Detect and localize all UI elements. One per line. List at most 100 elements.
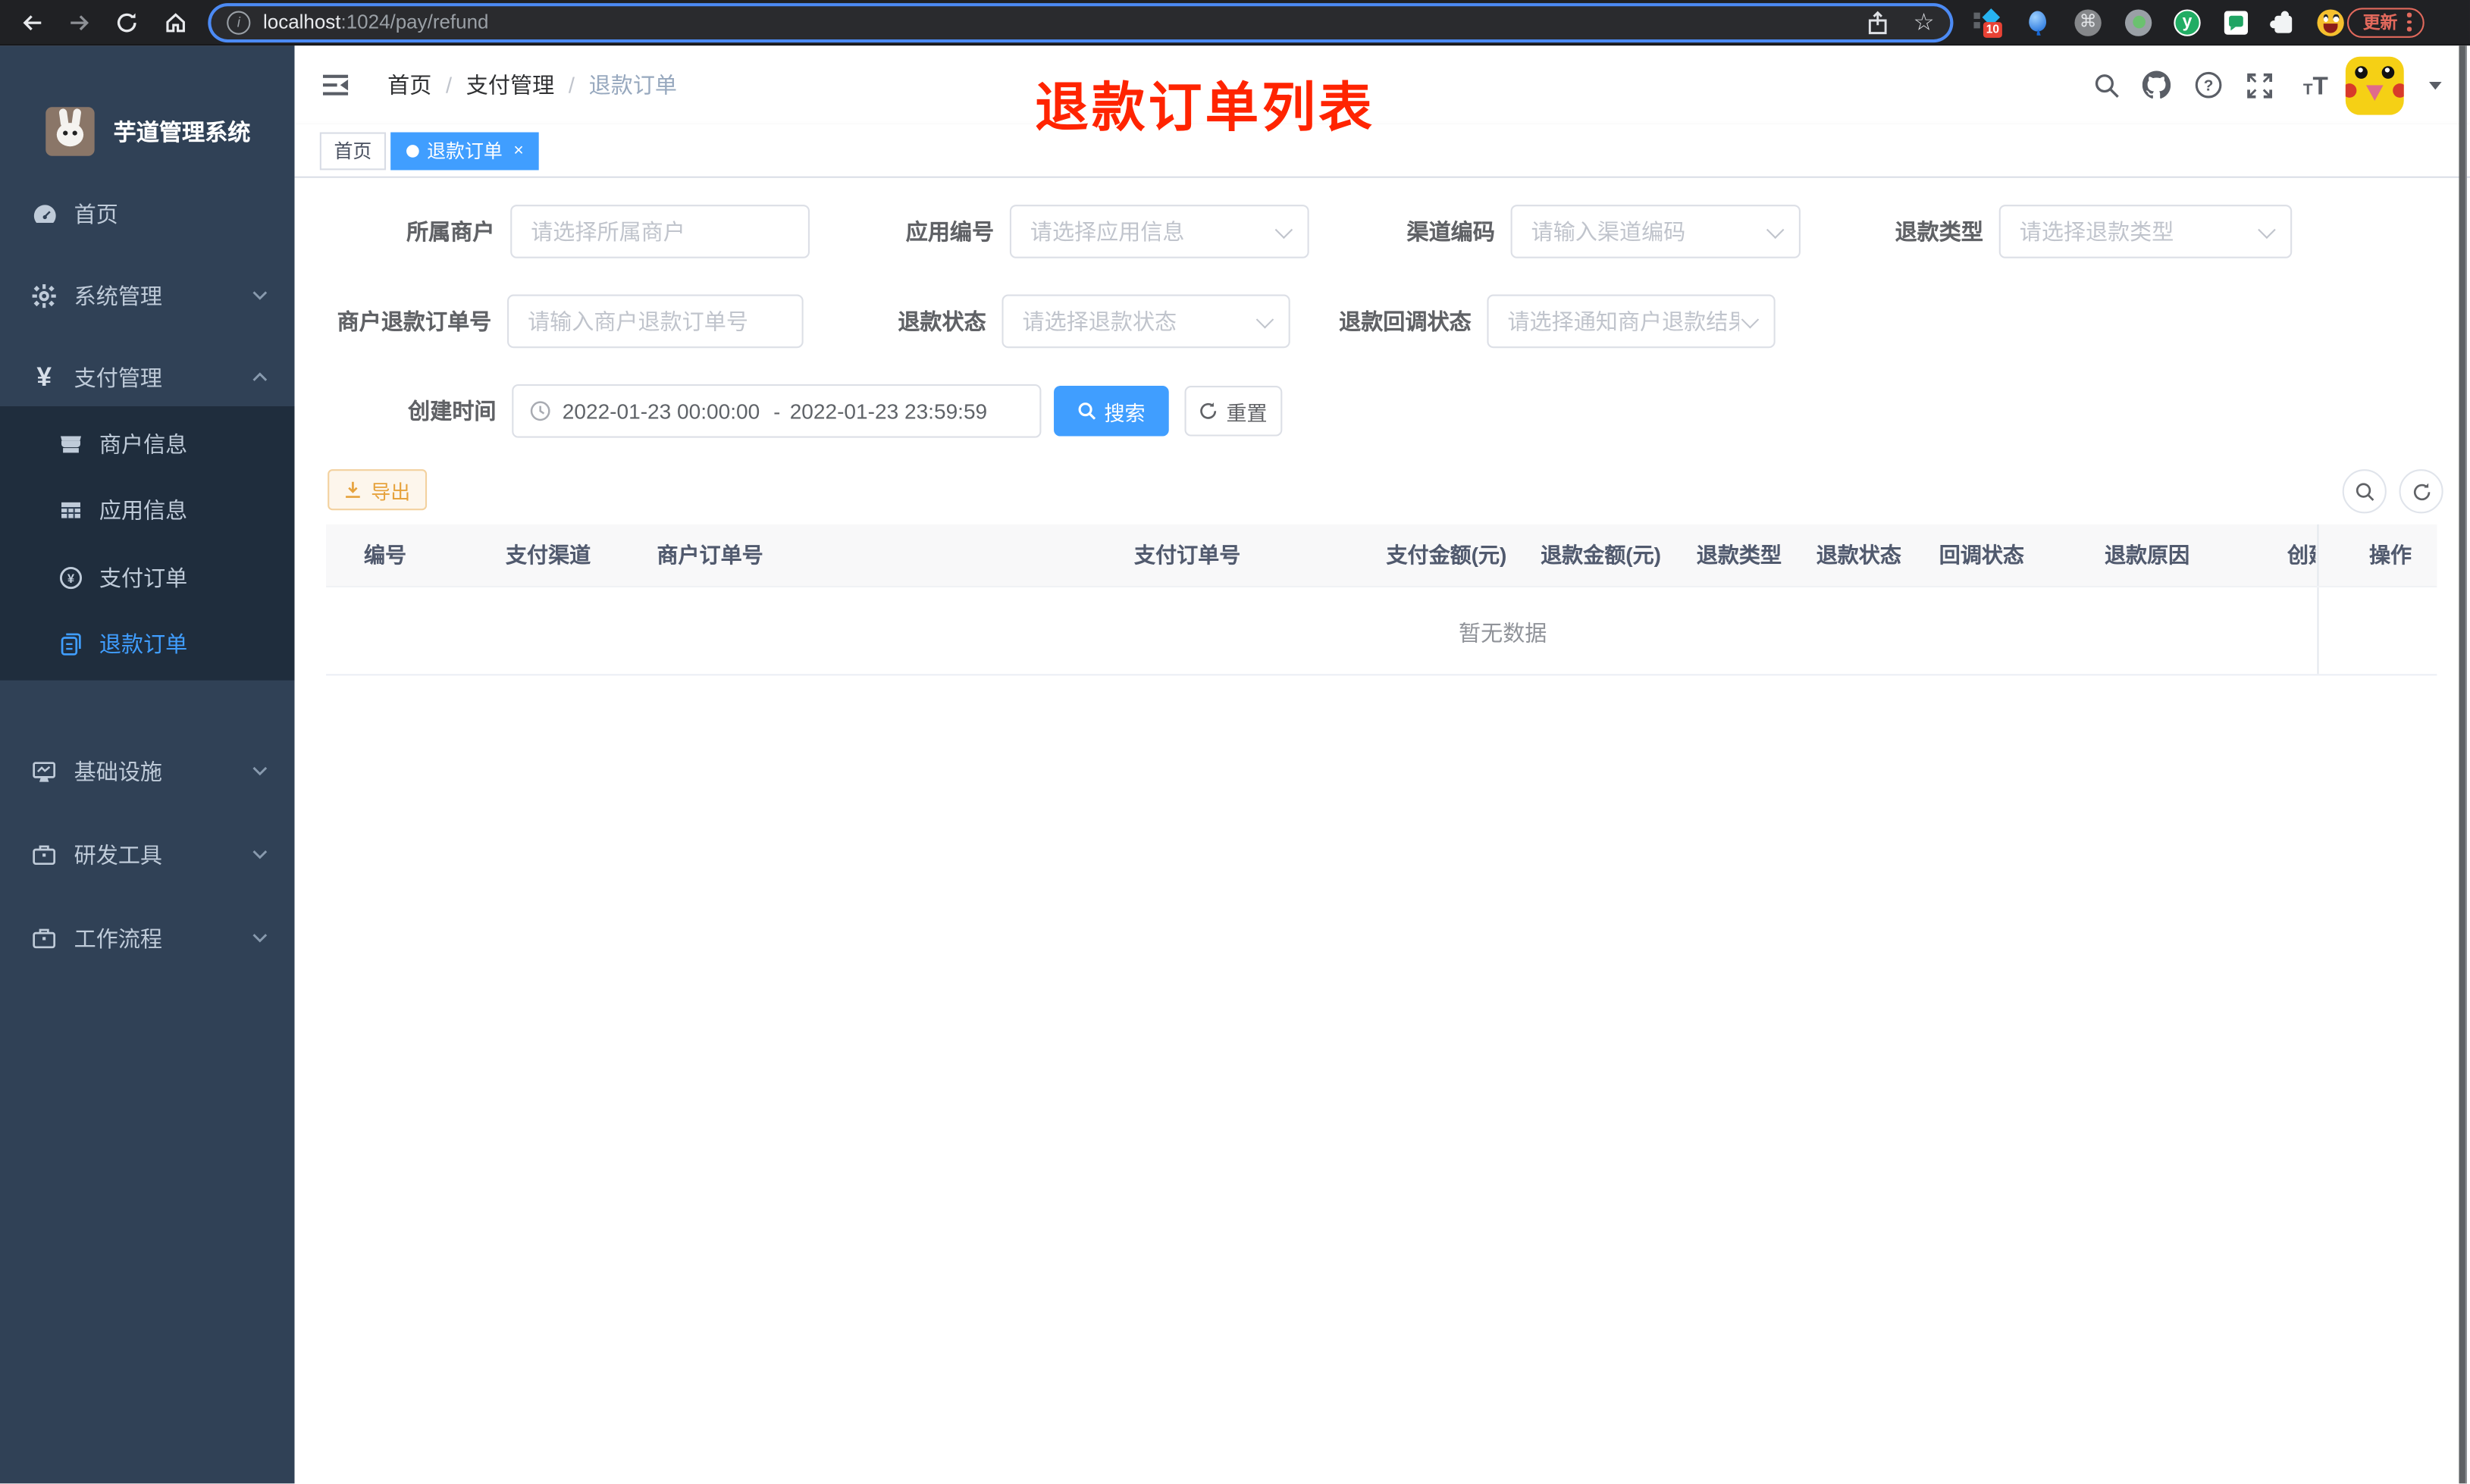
refresh-table-button[interactable] — [2399, 469, 2443, 514]
bookmark-star-icon[interactable]: ☆ — [1914, 11, 1935, 34]
extension-chat-icon[interactable] — [2223, 8, 2251, 36]
merchant-input[interactable] — [531, 218, 789, 245]
browser-forward-button[interactable] — [66, 9, 92, 36]
sidebar-item-label: 工作流程 — [74, 925, 163, 951]
breadcrumb-payment[interactable]: 支付管理 — [466, 69, 554, 101]
breadcrumb-separator: / — [446, 72, 453, 98]
sidebar-item-label: 支付订单 — [99, 564, 188, 590]
sidebar-logo[interactable]: 芋道管理系统 — [0, 102, 295, 159]
sidebar-item-dev-tools[interactable]: 研发工具 — [0, 816, 295, 894]
extension-y-icon[interactable]: y — [2174, 8, 2202, 36]
sidebar-item-infrastructure[interactable]: 基础设施 — [0, 732, 295, 811]
sidebar-collapse-icon[interactable] — [322, 74, 349, 96]
refund-type-select[interactable] — [1998, 205, 2293, 258]
monitor-chart-icon — [30, 757, 58, 785]
window-scrollbar[interactable] — [2459, 45, 2467, 1484]
page-info-icon[interactable]: i — [227, 10, 251, 34]
tags-bar: 首页 退款订单 × — [294, 124, 2470, 178]
sidebar-item-system[interactable]: 系统管理 — [0, 257, 295, 336]
chevron-down-icon — [1741, 311, 1760, 329]
channel-code-input[interactable] — [1531, 218, 1780, 245]
annotation-title: 退款订单列表 — [1035, 78, 1375, 139]
breadcrumb-current: 退款订单 — [588, 72, 677, 98]
browser-back-button[interactable] — [19, 9, 45, 36]
tag-close-icon[interactable]: × — [513, 134, 523, 169]
breadcrumb-home[interactable]: 首页 — [387, 69, 431, 101]
refund-status-input[interactable] — [1022, 308, 1270, 334]
profile-emoji-icon[interactable] — [2317, 8, 2345, 36]
sidebar-item-workflow[interactable]: 工作流程 — [0, 899, 295, 978]
svg-text:?: ? — [2204, 77, 2214, 95]
avatar[interactable] — [2345, 56, 2404, 115]
search-icon — [1078, 402, 1096, 420]
browser-update-menu-button[interactable]: 更新 — [2346, 7, 2424, 37]
tag-refund-order[interactable]: 退款订单 × — [390, 132, 540, 171]
browser-menu-dots-icon — [2406, 13, 2412, 32]
column-header: 支付渠道 — [505, 543, 591, 568]
create-time-range-picker[interactable]: 2022-01-23 00:00:00 - 2022-01-23 23:59:5… — [512, 384, 1042, 438]
show-search-toggle-button[interactable] — [2342, 469, 2387, 514]
extension-balloon-icon[interactable] — [2024, 8, 2052, 36]
breadcrumb: 首页 / 支付管理 / 退款订单 — [387, 45, 677, 124]
reset-button-label: 重置 — [1226, 400, 1268, 424]
sidebar-item-label: 基础设施 — [74, 759, 163, 784]
date-end-value[interactable]: 2022-01-23 23:59:59 — [790, 399, 992, 423]
browser-home-button[interactable] — [162, 9, 189, 36]
sidebar-item-label: 退款订单 — [99, 631, 188, 656]
column-header: 商户订单号 — [657, 543, 763, 568]
extension-badge: 10 — [1983, 21, 2002, 37]
search-button-label: 搜索 — [1104, 400, 1146, 424]
callback-status-input[interactable] — [1507, 308, 1739, 334]
chevron-down-icon — [252, 849, 268, 863]
sidebar-item-refund-order[interactable]: 退款订单 — [0, 609, 295, 677]
search-button[interactable]: 搜索 — [1054, 386, 1169, 437]
fullscreen-icon[interactable] — [2245, 71, 2273, 99]
sidebar-item-merchant-info[interactable]: 商户信息 — [0, 409, 295, 477]
export-button[interactable]: 导出 — [328, 469, 428, 511]
header-search-icon[interactable] — [2092, 71, 2120, 99]
github-icon[interactable] — [2142, 70, 2171, 99]
tag-label: 退款订单 — [427, 139, 503, 163]
yen-icon: ¥ — [36, 362, 52, 393]
screen: i localhost :1024/pay/refund ☆ 10 ⌘ y 更新… — [0, 0, 2470, 1484]
filter-label-refund-type: 退款类型 — [1895, 218, 1983, 245]
sidebar-item-label: 系统管理 — [74, 283, 163, 309]
sidebar-item-app-info[interactable]: 应用信息 — [0, 475, 295, 543]
url-path: :1024/pay/refund — [340, 11, 489, 33]
refund-type-input[interactable] — [2019, 218, 2272, 245]
sidebar-item-label: 支付管理 — [74, 365, 163, 391]
filter-label-app-no: 应用编号 — [905, 218, 995, 245]
chevron-down-icon — [252, 765, 268, 780]
grid-icon — [58, 497, 83, 522]
column-header: 支付金额(元) — [1386, 543, 1507, 568]
reset-button[interactable]: 重置 — [1184, 386, 1283, 437]
filter-label-refund-status: 退款状态 — [898, 308, 986, 334]
date-separator: - — [773, 399, 781, 423]
font-size-icon[interactable]: TT — [2302, 71, 2330, 100]
sidebar-item-home[interactable]: 首页 — [0, 175, 295, 254]
breadcrumb-separator: / — [568, 72, 575, 98]
extension-dot-icon[interactable] — [2124, 8, 2153, 36]
url-bar[interactable]: i localhost :1024/pay/refund ☆ — [211, 5, 1951, 39]
briefcase-icon — [30, 925, 58, 953]
sidebar-item-pay-order[interactable]: ¥ 支付订单 — [0, 543, 295, 611]
extensions-puzzle-icon[interactable] — [2270, 8, 2298, 36]
avatar-caret-down-icon[interactable] — [2428, 82, 2442, 90]
date-start-value[interactable]: 2022-01-23 00:00:00 — [563, 399, 764, 423]
column-header: 编号 — [363, 543, 407, 568]
callback-status-select[interactable] — [1487, 294, 1776, 349]
column-header: 退款类型 — [1696, 543, 1782, 568]
extension-command-icon[interactable]: ⌘ — [2074, 8, 2102, 36]
extension-diamond-icon[interactable]: 10 — [1973, 8, 2002, 37]
share-icon[interactable] — [1866, 10, 1888, 34]
browser-reload-button[interactable] — [114, 9, 140, 36]
column-header: 退款原因 — [2104, 543, 2190, 568]
merchant-refund-no-input[interactable] — [528, 308, 783, 334]
download-icon — [346, 481, 361, 498]
sidebar-item-payment[interactable]: ¥ 支付管理 — [0, 339, 295, 418]
help-icon[interactable]: ? — [2194, 71, 2222, 99]
yen-circle-icon: ¥ — [58, 565, 83, 590]
app-no-input[interactable] — [1030, 218, 1289, 245]
tag-home[interactable]: 首页 — [319, 132, 387, 171]
table-header: 编号 支付渠道 商户订单号 支付订单号 支付金额(元) 退款金额(元) 退款类型… — [326, 524, 2437, 586]
